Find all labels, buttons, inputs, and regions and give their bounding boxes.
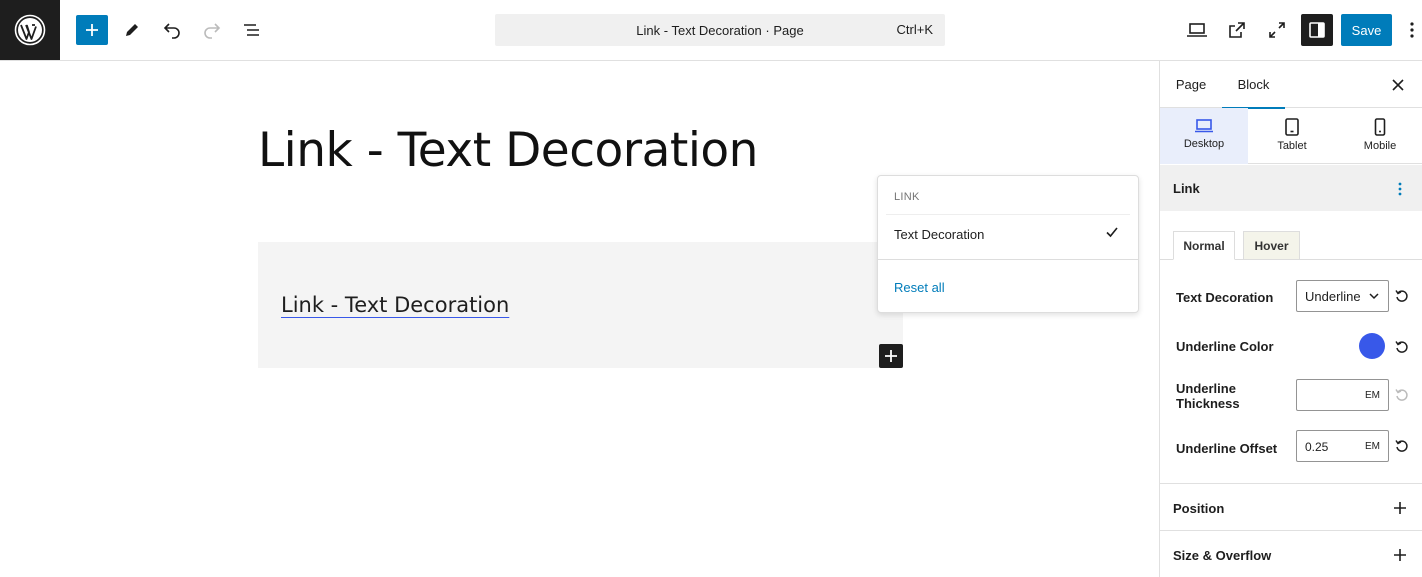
page-title[interactable]: Link - Text Decoration [258,123,758,178]
editor-header: Link - Text Decoration · Page Ctrl+K Sav… [0,0,1422,61]
wordpress-icon [14,14,46,46]
reset-icon [1395,290,1408,302]
document-title: Link - Text Decoration · Page [636,22,804,38]
settings-sidebar: Page Block Desktop Tablet Mobile Link No… [1159,61,1422,577]
undo-icon [163,23,180,39]
laptop-icon [1187,23,1207,37]
link-panel-header: Link [1160,165,1422,211]
close-sidebar-button[interactable] [1386,73,1410,97]
command-shortcut: Ctrl+K [896,22,933,37]
options-menu-button[interactable] [1404,18,1420,42]
underline-color-label: Underline Color [1176,339,1274,354]
list-view-icon [244,24,259,36]
link-options-dropdown: LINK Text Decoration Reset all [877,175,1139,313]
chevron-down-icon [1369,293,1379,300]
thickness-unit[interactable]: EM [1365,390,1380,401]
tab-hover[interactable]: Hover [1243,231,1300,260]
section-size-overflow-title[interactable]: Size & Overflow [1173,548,1271,563]
view-page-button[interactable] [1221,14,1253,46]
settings-sidebar-toggle[interactable] [1301,14,1333,46]
undo-button[interactable] [156,14,188,46]
menu-item-text-decoration[interactable]: Text Decoration [894,227,984,242]
reset-offset-button[interactable] [1394,438,1410,454]
reset-icon [1395,440,1408,452]
plus-icon [885,350,897,362]
plus-icon [86,24,98,36]
offset-value: 0.25 [1305,440,1329,454]
external-link-icon [1229,22,1245,38]
block-inserter-toggle[interactable] [76,15,108,45]
pencil-icon [126,24,138,36]
underline-thickness-label: Underline Thickness [1176,381,1240,411]
mobile-icon [1374,118,1386,136]
panel-options-button[interactable] [1388,177,1412,201]
tab-normal[interactable]: Normal [1173,231,1235,260]
divider [1160,483,1422,484]
document-overview-button[interactable] [236,14,268,46]
tab-block[interactable]: Block [1222,61,1285,109]
device-label: Tablet [1277,140,1307,152]
preview-device-button[interactable] [1181,14,1213,46]
device-desktop[interactable]: Desktop [1160,108,1248,164]
text-decoration-value: Underline [1305,288,1361,304]
wordpress-logo-button[interactable] [0,0,60,60]
underline-offset-label: Underline Offset [1176,441,1278,456]
fullscreen-button[interactable] [1261,14,1293,46]
redo-icon [204,23,221,39]
plus-icon [1394,549,1406,561]
more-vertical-icon [1410,22,1414,38]
plus-icon [1394,502,1406,514]
tab-page[interactable]: Page [1160,61,1222,108]
reset-text-decoration-button[interactable] [1394,288,1410,304]
underline-offset-input[interactable]: 0.25 EM [1296,430,1389,462]
tools-button[interactable] [116,14,148,46]
editor-canvas: Link - Text Decoration Link - Text Decor… [0,61,1159,577]
device-label: Mobile [1363,140,1397,152]
check-icon [1104,224,1120,245]
device-mobile[interactable]: Mobile [1336,108,1422,164]
divider [886,214,1130,215]
underline-color-swatch[interactable] [1359,333,1385,359]
redo-button[interactable] [196,14,228,46]
tablet-icon [1285,118,1299,136]
device-tablet[interactable]: Tablet [1248,108,1336,164]
text-decoration-select[interactable]: Underline [1296,280,1389,312]
save-button[interactable]: Save [1341,14,1392,46]
command-palette-bar[interactable]: Link - Text Decoration · Page Ctrl+K [495,14,945,46]
divider [878,259,1138,260]
reset-all-button[interactable]: Reset all [894,280,945,295]
panel-title: Link [1173,181,1200,196]
group-link-text[interactable]: Link - Text Decoration [281,293,509,317]
desktop-icon [1195,119,1213,133]
expand-position-button[interactable] [1388,496,1412,520]
reset-icon [1395,389,1408,401]
text-decoration-label: Text Decoration [1176,290,1274,305]
sidebar-icon [1309,22,1325,38]
offset-unit[interactable]: EM [1365,441,1380,452]
sidebar-tabs: Page Block [1160,61,1422,109]
divider [1160,530,1422,531]
reset-thickness-button[interactable] [1394,387,1410,403]
close-icon [1392,79,1404,91]
section-position-title[interactable]: Position [1173,501,1224,516]
dropdown-heading: LINK [894,191,920,203]
block-appender-button[interactable] [879,344,903,368]
group-block[interactable]: Link - Text Decoration [258,242,903,368]
device-label: Desktop [1183,138,1225,150]
reset-underline-color-button[interactable] [1394,339,1410,355]
underline-thickness-input[interactable]: EM [1296,379,1389,411]
more-vertical-icon [1398,182,1402,196]
expand-size-overflow-button[interactable] [1388,543,1412,567]
device-switcher: Desktop Tablet Mobile [1160,108,1422,164]
reset-icon [1395,341,1408,353]
fullscreen-icon [1269,22,1285,38]
